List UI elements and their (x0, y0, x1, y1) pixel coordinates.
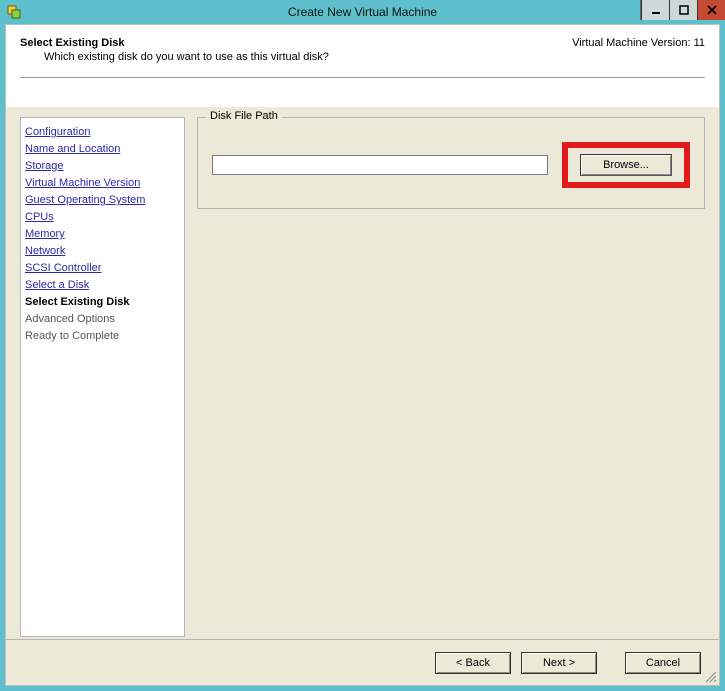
step-name-location[interactable]: Name and Location (25, 141, 180, 158)
wizard-footer: < Back Next > Cancel (6, 639, 719, 685)
page-subtitle: Which existing disk do you want to use a… (20, 51, 705, 63)
close-button[interactable] (697, 0, 725, 20)
step-cpus[interactable]: CPUs (25, 209, 180, 226)
disk-file-path-group: Disk File Path Browse... (197, 117, 705, 209)
browse-highlight: Browse... (562, 142, 690, 188)
dialog-body: Configuration Name and Location Storage … (6, 107, 719, 685)
vm-version-label: Virtual Machine Version: 11 (572, 37, 705, 49)
step-select-disk[interactable]: Select a Disk (25, 277, 180, 294)
step-memory[interactable]: Memory (25, 226, 180, 243)
main-panel: Disk File Path Browse... (185, 117, 705, 647)
app-icon (6, 4, 22, 20)
step-network[interactable]: Network (25, 243, 180, 260)
step-storage[interactable]: Storage (25, 158, 180, 175)
window-controls (640, 0, 725, 20)
dialog-header: Select Existing Disk Which existing disk… (6, 25, 719, 107)
window-title: Create New Virtual Machine (288, 5, 437, 19)
window-chrome: Create New Virtual Machine Select Existi… (0, 0, 725, 691)
step-guest-os[interactable]: Guest Operating System (25, 192, 180, 209)
step-select-existing-disk: Select Existing Disk (25, 294, 180, 311)
step-advanced-options: Advanced Options (25, 311, 180, 328)
disk-path-input[interactable] (212, 155, 548, 175)
step-scsi[interactable]: SCSI Controller (25, 260, 180, 277)
cancel-button[interactable]: Cancel (625, 652, 701, 674)
title-bar[interactable]: Create New Virtual Machine (0, 0, 725, 24)
minimize-button[interactable] (641, 0, 669, 20)
step-ready-complete: Ready to Complete (25, 328, 180, 345)
resize-grip-icon[interactable] (703, 669, 717, 683)
dialog-client: Select Existing Disk Which existing disk… (5, 24, 720, 686)
step-vm-version[interactable]: Virtual Machine Version (25, 175, 180, 192)
groupbox-legend: Disk File Path (206, 110, 282, 122)
back-button[interactable]: < Back (435, 652, 511, 674)
header-separator (20, 77, 705, 78)
next-button[interactable]: Next > (521, 652, 597, 674)
maximize-button[interactable] (669, 0, 697, 20)
wizard-steps-sidebar: Configuration Name and Location Storage … (20, 117, 185, 637)
browse-button[interactable]: Browse... (580, 154, 672, 176)
step-configuration[interactable]: Configuration (25, 124, 180, 141)
